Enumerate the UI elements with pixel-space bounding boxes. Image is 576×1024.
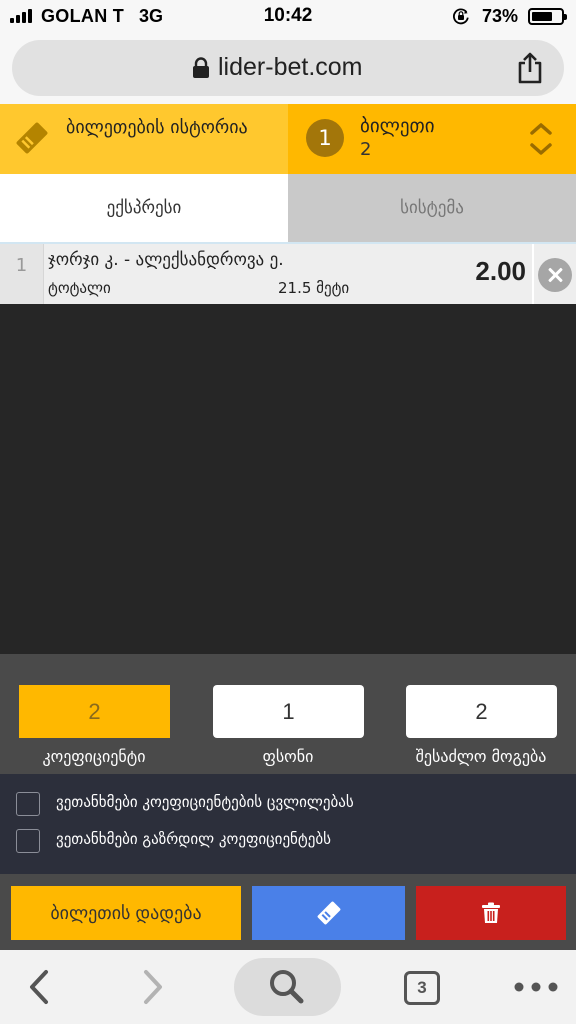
back-icon[interactable] xyxy=(22,968,56,1006)
agreement-checkboxes: ვეთანხმები კოეფიციენტების ცვლილებას ვეთა… xyxy=(0,774,576,874)
coefficient-value: 2 xyxy=(19,685,170,738)
ticket-history-label: ბილეთების ისტორია xyxy=(66,117,248,138)
accept-boosted-odds-checkbox[interactable] xyxy=(16,829,40,853)
forward-icon[interactable] xyxy=(136,968,170,1006)
accept-boosted-odds-row[interactable]: ვეთანხმები გაზრდილ კოეფიციენტებს xyxy=(0,822,576,860)
delete-ticket-button[interactable] xyxy=(416,886,566,940)
bet-outcome: 21.5 მეტი xyxy=(278,279,350,297)
browser-toolbar: 3 xyxy=(0,950,576,1024)
status-bar: GOLAN T 3G 10:42 73% xyxy=(0,0,576,32)
stake-label: ფსონი xyxy=(262,747,314,766)
bet-event-name: ჯორჯი კ. - ალექსანდროვა ე. xyxy=(48,250,284,270)
coefficient-label: კოეფიციენტი xyxy=(42,747,146,766)
search-button[interactable] xyxy=(234,958,341,1016)
ticket-count-badge: 1 xyxy=(306,119,344,157)
ticket-icon xyxy=(16,122,48,154)
tabs-button[interactable]: 3 xyxy=(404,971,440,1005)
ticket-actions: ბილეთის დადება xyxy=(0,874,576,950)
ticket-history-tab[interactable]: ბილეთების ისტორია xyxy=(0,104,288,174)
ticket-selector[interactable]: 1 ბილეთი 2 xyxy=(288,104,576,174)
address-bar[interactable]: lider-bet.com xyxy=(12,40,564,96)
possible-win-value: 2 xyxy=(406,685,557,738)
tab-express[interactable]: ექსპრესი xyxy=(0,174,288,242)
place-bet-button[interactable]: ბილეთის დადება xyxy=(11,886,241,940)
bet-mode-tabs: ექსპრესი სისტემა xyxy=(0,174,576,242)
tab-system[interactable]: სისტემა xyxy=(288,174,576,242)
divider xyxy=(532,244,534,304)
accept-boosted-odds-label: ვეთანხმები გაზრდილ კოეფიციენტებს xyxy=(56,830,331,848)
accept-odds-change-checkbox[interactable] xyxy=(16,792,40,816)
bet-odd: 2.00 xyxy=(475,256,526,286)
battery-level xyxy=(532,12,552,21)
ticket-header: ბილეთების ისტორია 1 ბილეთი 2 xyxy=(0,104,576,174)
search-icon xyxy=(270,970,304,1004)
ticket-label: ბილეთი xyxy=(360,115,435,137)
ticket-number: 2 xyxy=(360,139,372,160)
possible-win-label: შესაძლო მოგება xyxy=(415,747,547,766)
stake-input[interactable]: 1 xyxy=(213,685,364,738)
bet-summary: 2 1 2 კოეფიციენტი ფსონი შესაძლო მოგება xyxy=(0,654,576,774)
more-icon[interactable] xyxy=(514,982,558,992)
close-circle-icon[interactable] xyxy=(538,258,572,292)
orientation-lock-icon xyxy=(453,8,469,25)
battery-percent: 73% xyxy=(482,6,519,26)
bet-row: 1 ჯორჯი კ. - ალექსანდროვა ე. ტოტალი 21.5… xyxy=(0,242,576,304)
chevron-up-down-icon[interactable] xyxy=(528,120,554,158)
bet-index: 1 xyxy=(0,244,44,304)
browser-address-area: lider-bet.com xyxy=(0,32,576,104)
empty-area xyxy=(0,304,576,654)
share-icon[interactable] xyxy=(516,52,544,84)
battery-icon xyxy=(528,8,567,25)
lock-icon xyxy=(193,57,209,78)
bet-market: ტოტალი xyxy=(48,279,111,297)
trash-icon xyxy=(482,902,500,923)
accept-odds-change-label: ვეთანხმები კოეფიციენტების ცვლილებას xyxy=(56,793,354,811)
ticket-icon xyxy=(317,901,340,925)
url-text: lider-bet.com xyxy=(218,53,363,81)
accept-odds-change-row[interactable]: ვეთანხმები კოეფიციენტების ცვლილებას xyxy=(0,785,576,823)
save-ticket-button[interactable] xyxy=(252,886,405,940)
